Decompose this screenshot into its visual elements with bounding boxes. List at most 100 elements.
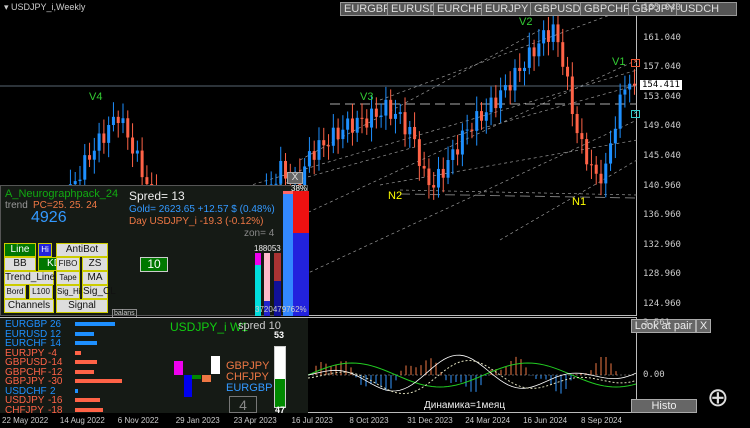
candle-body — [508, 85, 512, 91]
candle-body — [623, 89, 627, 95]
btn-bord[interactable]: Bord — [4, 285, 26, 299]
btn-tape[interactable]: Tape — [56, 271, 80, 285]
candle-body — [393, 113, 397, 119]
gold-text: Gold= 2623.65 +12.57 $ (0.48%) — [129, 204, 275, 215]
btn-ma[interactable]: MA — [82, 271, 108, 285]
candle-body — [484, 112, 488, 121]
candle-body — [307, 151, 311, 167]
btn-hi[interactable]: Hi — [38, 243, 52, 257]
candle-body — [73, 181, 77, 185]
candle-body — [628, 83, 632, 90]
bottom-symbol: USDJPY_i W1 — [170, 320, 249, 334]
candle-body — [360, 117, 364, 119]
btn-bb[interactable]: BB — [4, 257, 36, 271]
date-tick: 23 Apr 2023 — [233, 416, 277, 425]
candle-body — [365, 118, 369, 128]
date-tick: 8 Sep 2024 — [581, 416, 622, 425]
chart-title-text: USDJPY_i,Weekly — [11, 2, 86, 12]
candle-body — [417, 139, 421, 166]
strength-bar — [75, 360, 97, 364]
bottom-pane: EURGBP 26 EURUSD 12 EURCHF 14 EURJPY -4 GBPU… — [0, 317, 711, 416]
strength-row: CHFJPY -18 — [5, 404, 63, 416]
tab-gbpchf[interactable]: GBPCHF — [580, 2, 634, 16]
btn-line[interactable]: Line — [4, 243, 36, 257]
zone-text: zon= 4 — [244, 228, 275, 239]
date-tick: 31 Dec 2023 — [407, 416, 453, 425]
percent-top: 38% — [291, 184, 308, 193]
btn-trend-line[interactable]: Trend_Line — [4, 271, 55, 285]
date-tick: 22 May 2022 — [2, 416, 49, 425]
panel-close-button[interactable]: X — [287, 172, 303, 184]
neuro-panel: A_Neurographpack_24 trend PC=25. 25. 24 … — [0, 172, 309, 318]
candle-body — [589, 164, 593, 166]
price-tick: 128.960 — [643, 269, 681, 280]
strength-bar — [75, 379, 122, 383]
tab-usdch[interactable]: USDCH — [676, 2, 737, 16]
candle-body — [532, 47, 536, 57]
candle-body — [408, 126, 412, 135]
column-blue — [283, 191, 293, 316]
candle-body — [556, 24, 560, 43]
tab-eurjpy[interactable]: EURJPY — [481, 2, 533, 16]
pair-eurgbp: EURGBP — [226, 382, 273, 394]
block-white — [211, 356, 220, 374]
candle-body — [613, 128, 617, 144]
candle-body — [585, 139, 589, 165]
candle-body — [527, 47, 531, 68]
btn-zs[interactable]: ZS — [82, 257, 108, 271]
candle-body — [460, 130, 464, 155]
btn-antibot[interactable]: AntiBot — [56, 243, 108, 257]
candle-body — [503, 85, 507, 91]
btn-sig-cl[interactable]: Sig_CL — [82, 285, 116, 299]
candle-body — [451, 149, 455, 161]
candle-body — [331, 127, 335, 146]
candle-body — [370, 108, 374, 128]
tab-gbpusd[interactable]: GBPUSD — [530, 2, 585, 16]
osc-close-button[interactable]: X — [696, 319, 711, 333]
date-tick: 16 Jul 2023 — [291, 416, 333, 425]
candle-body — [499, 90, 503, 109]
zoom-in-icon[interactable]: ⊕ — [707, 382, 729, 413]
candle-body — [78, 179, 82, 182]
label-n1: N1 — [572, 196, 587, 208]
candle-body — [566, 66, 570, 77]
price-tick: 165.040 — [643, 3, 681, 13]
candle-body — [336, 127, 340, 140]
strength-bar — [75, 398, 100, 402]
btn-l100[interactable]: L100 — [29, 285, 53, 299]
candle-body — [111, 116, 115, 126]
btn-fibo[interactable]: FIBO — [56, 257, 80, 271]
date-tick: 6 Nov 2022 — [117, 416, 159, 425]
candle-body — [546, 30, 550, 42]
candle-body — [561, 42, 565, 67]
strength-bar — [75, 350, 82, 355]
candle-body — [489, 97, 493, 113]
strength-bar — [75, 331, 94, 336]
candle-body — [97, 133, 101, 151]
candle-body — [126, 118, 130, 138]
btn-signal[interactable]: Signal — [56, 299, 108, 313]
block-blue — [184, 375, 192, 397]
label-v1: V1 — [612, 56, 626, 68]
osc-axis-zero: 0.00 — [643, 370, 665, 380]
price-tick: 140.960 — [643, 180, 681, 191]
candle-body — [116, 116, 120, 124]
btn-channels[interactable]: Channels — [4, 299, 54, 313]
tab-eurchf[interactable]: EURCHF — [433, 2, 487, 16]
label-v3: V3 — [360, 91, 374, 103]
candle-body — [350, 118, 354, 133]
price-tick: 157.040 — [643, 62, 681, 73]
btn-sig-hi[interactable]: Sig_Hi — [56, 285, 81, 299]
candle-body — [523, 67, 527, 72]
candle-body — [432, 185, 436, 188]
candle-body — [537, 43, 541, 57]
candle-body — [379, 115, 383, 117]
candle-body — [355, 117, 359, 133]
candle-body — [580, 133, 584, 140]
candle-body — [279, 160, 283, 184]
label-n2: N2 — [388, 190, 403, 202]
histo-button[interactable]: Histo — [631, 399, 697, 413]
candle-body — [374, 108, 378, 117]
candle-body — [145, 177, 149, 185]
candle-body — [446, 160, 450, 178]
